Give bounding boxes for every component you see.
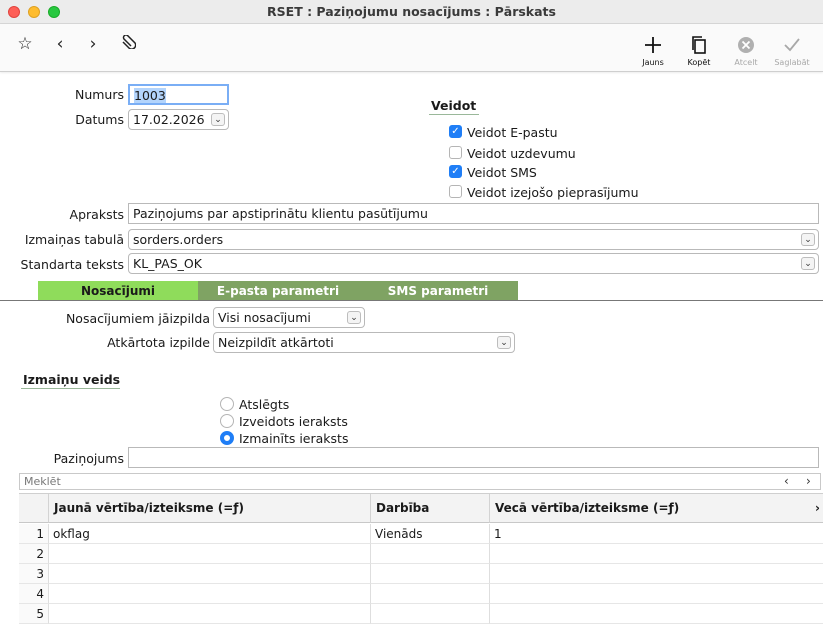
change-type-created-radio[interactable] bbox=[220, 414, 234, 428]
chevron-down-icon: ⌄ bbox=[801, 257, 815, 270]
window-title: RSET : Paziņojumu nosacījums : Pārskats bbox=[267, 4, 556, 19]
chevron-left-icon[interactable]: ‹ bbox=[49, 34, 71, 54]
table-row-operation[interactable]: Vienāds bbox=[371, 524, 490, 544]
row-number: 3 bbox=[19, 564, 49, 584]
standard-text-value: KL_PAS_OK bbox=[133, 256, 202, 271]
copy-button[interactable]: Kopēt bbox=[679, 35, 719, 67]
change-type-disabled-label: Atslēgts bbox=[239, 397, 290, 412]
save-label: Saglabāt bbox=[774, 58, 810, 67]
table-row-old-value[interactable] bbox=[490, 604, 823, 624]
table-label: Izmaiņas tabulā bbox=[24, 232, 124, 247]
chevron-down-icon: ⌄ bbox=[347, 311, 361, 324]
create-email-checkbox[interactable]: ✓ bbox=[449, 125, 462, 138]
chevron-right-icon[interactable]: › bbox=[82, 34, 104, 54]
scroll-left-icon[interactable]: ‹ bbox=[784, 474, 789, 488]
cancel-icon bbox=[726, 35, 766, 57]
table-row-old-value[interactable]: 1 bbox=[490, 524, 823, 544]
description-label: Apraksts bbox=[69, 207, 124, 222]
description-input[interactable]: Paziņojums par apstiprinātu klientu pasū… bbox=[128, 203, 819, 224]
change-type-modified-label: Izmainīts ieraksts bbox=[239, 431, 349, 446]
fulfill-value: Visi nosacījumi bbox=[218, 310, 311, 325]
grid-search-placeholder: Meklēt bbox=[24, 475, 61, 488]
table-row-operation[interactable] bbox=[371, 544, 490, 564]
notification-label: Paziņojums bbox=[53, 451, 124, 466]
plus-icon bbox=[633, 35, 673, 57]
cancel-label: Atcelt bbox=[734, 58, 758, 67]
row-number: 5 bbox=[19, 604, 49, 624]
copy-icon bbox=[679, 35, 719, 57]
create-sms-checkbox[interactable]: ✓ bbox=[449, 165, 462, 178]
tab-email-parameters[interactable]: E-pasta parametri bbox=[198, 281, 358, 301]
copy-label: Kopēt bbox=[687, 58, 711, 67]
table-row-new-value[interactable] bbox=[49, 584, 371, 604]
table-row-new-value[interactable]: okflag bbox=[49, 524, 371, 544]
save-button[interactable]: Saglabāt bbox=[772, 35, 812, 67]
scroll-right-icon[interactable]: › bbox=[806, 474, 811, 488]
create-task-checkbox[interactable] bbox=[449, 146, 462, 159]
repeat-value: Neizpildīt atkārtoti bbox=[218, 335, 334, 350]
table-value: sorders.orders bbox=[133, 232, 224, 247]
table-select[interactable]: sorders.orders ⌄ bbox=[128, 229, 819, 250]
standard-text-label: Standarta teksts bbox=[20, 257, 124, 272]
number-label: Numurs bbox=[74, 87, 124, 102]
create-outgoing-request-checkbox[interactable] bbox=[449, 185, 462, 198]
table-row-old-value[interactable] bbox=[490, 564, 823, 584]
table-row-old-value[interactable] bbox=[490, 544, 823, 564]
table-row-old-value[interactable] bbox=[490, 584, 823, 604]
table-row-operation[interactable] bbox=[371, 584, 490, 604]
column-header-new-value[interactable]: Jaunā vērtība/izteiksme (=ƒ) bbox=[49, 494, 371, 523]
create-outgoing-request-label: Veidot izejošo pieprasījumu bbox=[467, 185, 639, 200]
date-value: 17.02.2026 bbox=[133, 112, 205, 127]
chevron-down-icon: ⌄ bbox=[801, 233, 815, 246]
number-value: 1003 bbox=[134, 88, 166, 103]
conditions-grid: Jaunā vērtība/izteiksme (=ƒ) Darbība Vec… bbox=[19, 493, 823, 624]
column-header-old-value[interactable]: Vecā vērtība/izteiksme (=ƒ) bbox=[490, 494, 823, 523]
table-row-new-value[interactable] bbox=[49, 564, 371, 584]
checkmark-icon bbox=[772, 35, 812, 57]
table-row-operation[interactable] bbox=[371, 564, 490, 584]
create-section-title: Veidot bbox=[431, 98, 477, 113]
column-scroll-right-icon[interactable]: › bbox=[815, 501, 820, 515]
date-label: Datums bbox=[75, 112, 124, 127]
new-button[interactable]: Jauns bbox=[633, 35, 673, 67]
change-type-modified-radio[interactable] bbox=[220, 431, 234, 445]
chevron-down-icon: ⌄ bbox=[211, 113, 225, 126]
tab-sms-parameters[interactable]: SMS parametri bbox=[358, 281, 518, 301]
table-row-operation[interactable] bbox=[371, 604, 490, 624]
fulfill-label: Nosacījumiem jāizpilda bbox=[65, 311, 210, 326]
star-icon[interactable]: ☆ bbox=[14, 34, 36, 54]
row-number: 2 bbox=[19, 544, 49, 564]
change-type-title: Izmaiņu veids bbox=[23, 372, 121, 387]
change-type-divider bbox=[21, 388, 120, 389]
create-email-label: Veidot E-pastu bbox=[467, 125, 558, 140]
table-row-new-value[interactable] bbox=[49, 604, 371, 624]
tab-conditions[interactable]: Nosacījumi bbox=[38, 281, 198, 301]
change-type-created-label: Izveidots ieraksts bbox=[239, 414, 348, 429]
number-input[interactable]: 1003 bbox=[128, 84, 229, 105]
new-label: Jauns bbox=[642, 58, 664, 67]
create-section-divider bbox=[429, 114, 479, 115]
row-number: 4 bbox=[19, 584, 49, 604]
description-value: Paziņojums par apstiprinātu klientu pasū… bbox=[133, 206, 428, 221]
standard-text-select[interactable]: KL_PAS_OK ⌄ bbox=[128, 253, 819, 274]
grid-search-input[interactable]: Meklēt bbox=[19, 473, 821, 490]
cancel-button[interactable]: Atcelt bbox=[726, 35, 766, 67]
notification-input[interactable] bbox=[128, 447, 819, 468]
date-select[interactable]: 17.02.2026 ⌄ bbox=[128, 109, 229, 130]
tab-divider bbox=[0, 300, 823, 301]
paperclip-icon[interactable] bbox=[116, 34, 138, 53]
repeat-select[interactable]: Neizpildīt atkārtoti ⌄ bbox=[213, 332, 515, 353]
repeat-label: Atkārtota izpilde bbox=[107, 335, 210, 350]
column-header-operation[interactable]: Darbība bbox=[371, 494, 490, 523]
row-number: 1 bbox=[19, 524, 49, 544]
table-row-new-value[interactable] bbox=[49, 544, 371, 564]
create-task-label: Veidot uzdevumu bbox=[467, 146, 576, 161]
chevron-down-icon: ⌄ bbox=[497, 336, 511, 349]
create-sms-label: Veidot SMS bbox=[467, 165, 537, 180]
row-number-header bbox=[19, 494, 49, 523]
fulfill-select[interactable]: Visi nosacījumi ⌄ bbox=[213, 307, 365, 328]
change-type-disabled-radio[interactable] bbox=[220, 397, 234, 411]
